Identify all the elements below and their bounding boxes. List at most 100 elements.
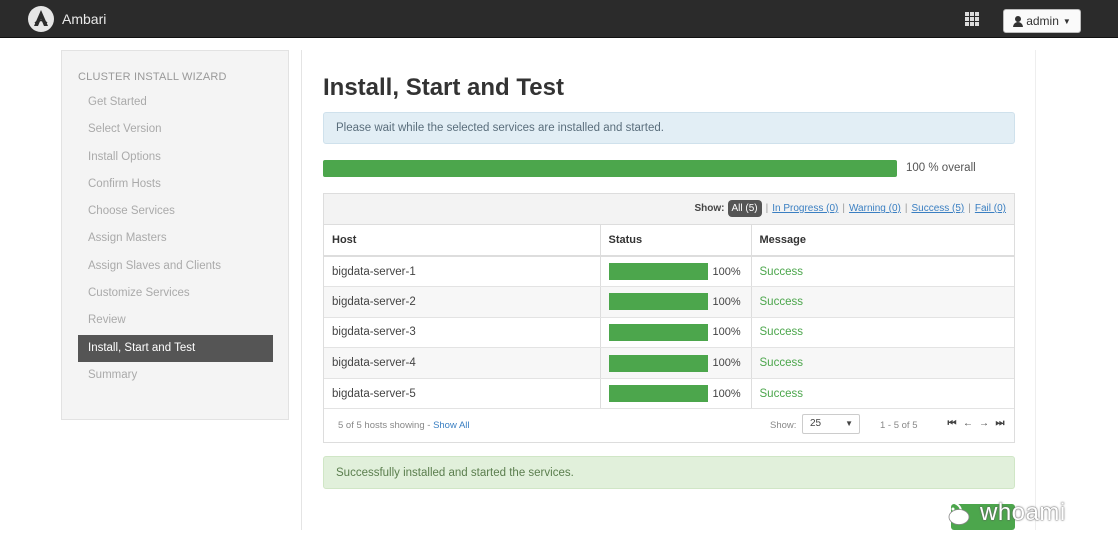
message-link[interactable]: Success <box>760 357 803 369</box>
wizard-step-review[interactable]: Review <box>78 307 273 334</box>
message-link[interactable]: Success <box>760 388 803 400</box>
main-content: Install, Start and Test Please wait whil… <box>301 50 1036 530</box>
info-alert: Please wait while the selected services … <box>323 112 1015 144</box>
status-cell: 100% <box>600 256 752 288</box>
sidebar-title: CLUSTER INSTALL WIZARD <box>78 71 227 83</box>
wizard-steps-list: Get Started Select Version Install Optio… <box>78 89 273 389</box>
status-cell: 100% <box>600 378 752 410</box>
table-row: bigdata-server-2 100% Success <box>324 286 1014 318</box>
host-name: bigdata-server-3 <box>324 317 601 349</box>
app-name: Ambari <box>62 11 107 27</box>
host-progress-bar[interactable] <box>608 354 708 372</box>
host-progress-fill <box>608 354 708 372</box>
wizard-step-install-start-test[interactable]: Install, Start and Test <box>78 334 273 362</box>
host-progress-bar[interactable] <box>608 263 708 281</box>
host-progress-fill <box>608 385 708 403</box>
brand[interactable]: Ambari <box>28 6 106 32</box>
wizard-step-assign-slaves[interactable]: Assign Slaves and Clients <box>78 253 273 280</box>
host-progress-percent: 100% <box>712 265 741 278</box>
status-cell: 100% <box>600 317 752 349</box>
user-menu-button[interactable]: admin ▼ <box>1003 9 1081 33</box>
previous-page-icon[interactable]: ← <box>960 418 976 429</box>
wizard-sidebar: CLUSTER INSTALL WIZARD Get Started Selec… <box>61 50 289 420</box>
pagination-range: 1 - 5 of 5 <box>880 420 918 431</box>
host-message[interactable]: Success <box>751 347 1014 379</box>
wizard-step-get-started[interactable]: Get Started <box>78 89 273 116</box>
overall-progress-label: 100 % overall <box>906 162 976 174</box>
message-link[interactable]: Success <box>760 266 803 278</box>
hosts-panel: Show: All (5) | In Progress (0) | Warnin… <box>323 193 1015 443</box>
host-name: bigdata-server-2 <box>324 286 601 318</box>
wizard-step-summary[interactable]: Summary <box>78 362 273 389</box>
filter-bar: Show: All (5) | In Progress (0) | Warnin… <box>324 194 1014 225</box>
table-row: bigdata-server-4 100% Success <box>324 347 1014 379</box>
success-alert: Successfully installed and started the s… <box>323 456 1015 489</box>
top-navbar: Ambari admin ▼ <box>0 0 1118 38</box>
host-progress-fill <box>608 263 708 281</box>
hosts-table: Host Status Message bigdata-server-1 100… <box>324 225 1014 410</box>
table-header-row: Host Status Message <box>324 225 1014 257</box>
host-progress-percent: 100% <box>712 295 741 308</box>
filter-all[interactable]: All (5) <box>727 200 762 217</box>
host-progress-fill <box>608 323 708 341</box>
message-link[interactable]: Success <box>760 296 803 308</box>
wizard-step-customize-services[interactable]: Customize Services <box>78 280 273 307</box>
host-message[interactable]: Success <box>751 317 1014 349</box>
wizard-step-assign-masters[interactable]: Assign Masters <box>78 225 273 252</box>
host-name: bigdata-server-4 <box>324 347 601 379</box>
table-row: bigdata-server-5 100% Success <box>324 378 1014 410</box>
filter-separator: | <box>765 203 769 214</box>
host-progress-percent: 100% <box>712 387 741 400</box>
user-icon <box>1013 15 1024 27</box>
host-progress-fill <box>608 293 708 311</box>
filter-success[interactable]: Success (5) <box>911 203 964 214</box>
wizard-step-install-options[interactable]: Install Options <box>78 144 273 171</box>
show-all-link[interactable]: Show All <box>433 420 469 431</box>
status-cell: 100% <box>600 286 752 318</box>
next-page-icon[interactable]: → <box>976 418 992 429</box>
page-size-select[interactable]: 25 ▼ <box>802 414 860 434</box>
wizard-step-choose-services[interactable]: Choose Services <box>78 198 273 225</box>
table-footer: 5 of 5 hosts showing - Show All Show: 25… <box>324 409 1014 442</box>
status-cell: 100% <box>600 347 752 379</box>
filter-separator: | <box>842 203 845 214</box>
watermark-text: whoami <box>980 499 1066 526</box>
views-grid-icon[interactable] <box>965 12 981 26</box>
pagination-controls: ⏮ ← → ⏭ <box>944 418 1008 429</box>
message-link[interactable]: Success <box>760 326 803 338</box>
column-header-status[interactable]: Status <box>600 225 752 257</box>
user-menu-label: admin <box>1026 14 1059 28</box>
first-page-icon[interactable]: ⏮ <box>944 418 960 429</box>
wizard-step-select-version[interactable]: Select Version <box>78 116 273 143</box>
host-progress-bar[interactable] <box>608 293 708 311</box>
overall-progress-fill <box>323 160 897 177</box>
caret-down-icon: ▼ <box>1062 16 1071 26</box>
page-size-label: Show: <box>770 420 797 431</box>
page-size-value: 25 <box>810 418 822 429</box>
page-title: Install, Start and Test <box>323 74 564 101</box>
hosts-count: 5 of 5 hosts showing - Show All <box>338 420 470 431</box>
wechat-icon <box>936 501 970 525</box>
host-progress-bar[interactable] <box>608 323 708 341</box>
filter-separator: | <box>968 203 971 214</box>
last-page-icon[interactable]: ⏭ <box>992 418 1008 429</box>
host-message[interactable]: Success <box>751 378 1014 410</box>
wizard-step-confirm-hosts[interactable]: Confirm Hosts <box>78 171 273 198</box>
host-message[interactable]: Success <box>751 256 1014 288</box>
host-progress-percent: 100% <box>712 357 741 370</box>
column-header-message[interactable]: Message <box>751 225 1014 257</box>
watermark: whoami <box>934 498 1066 528</box>
host-progress-percent: 100% <box>712 326 741 339</box>
filter-warning[interactable]: Warning (0) <box>849 203 901 214</box>
table-row: bigdata-server-3 100% Success <box>324 317 1014 349</box>
hosts-count-text: 5 of 5 hosts showing - <box>338 420 434 431</box>
filter-separator: | <box>904 203 908 214</box>
table-row: bigdata-server-1 100% Success <box>324 256 1014 288</box>
filter-fail[interactable]: Fail (0) <box>975 203 1006 214</box>
host-progress-bar[interactable] <box>608 385 708 403</box>
column-header-host[interactable]: Host <box>324 225 601 257</box>
filter-in-progress[interactable]: In Progress (0) <box>772 203 838 214</box>
host-message[interactable]: Success <box>751 286 1014 318</box>
filter-show-label: Show: <box>694 203 725 214</box>
ambari-logo-icon <box>28 6 54 32</box>
